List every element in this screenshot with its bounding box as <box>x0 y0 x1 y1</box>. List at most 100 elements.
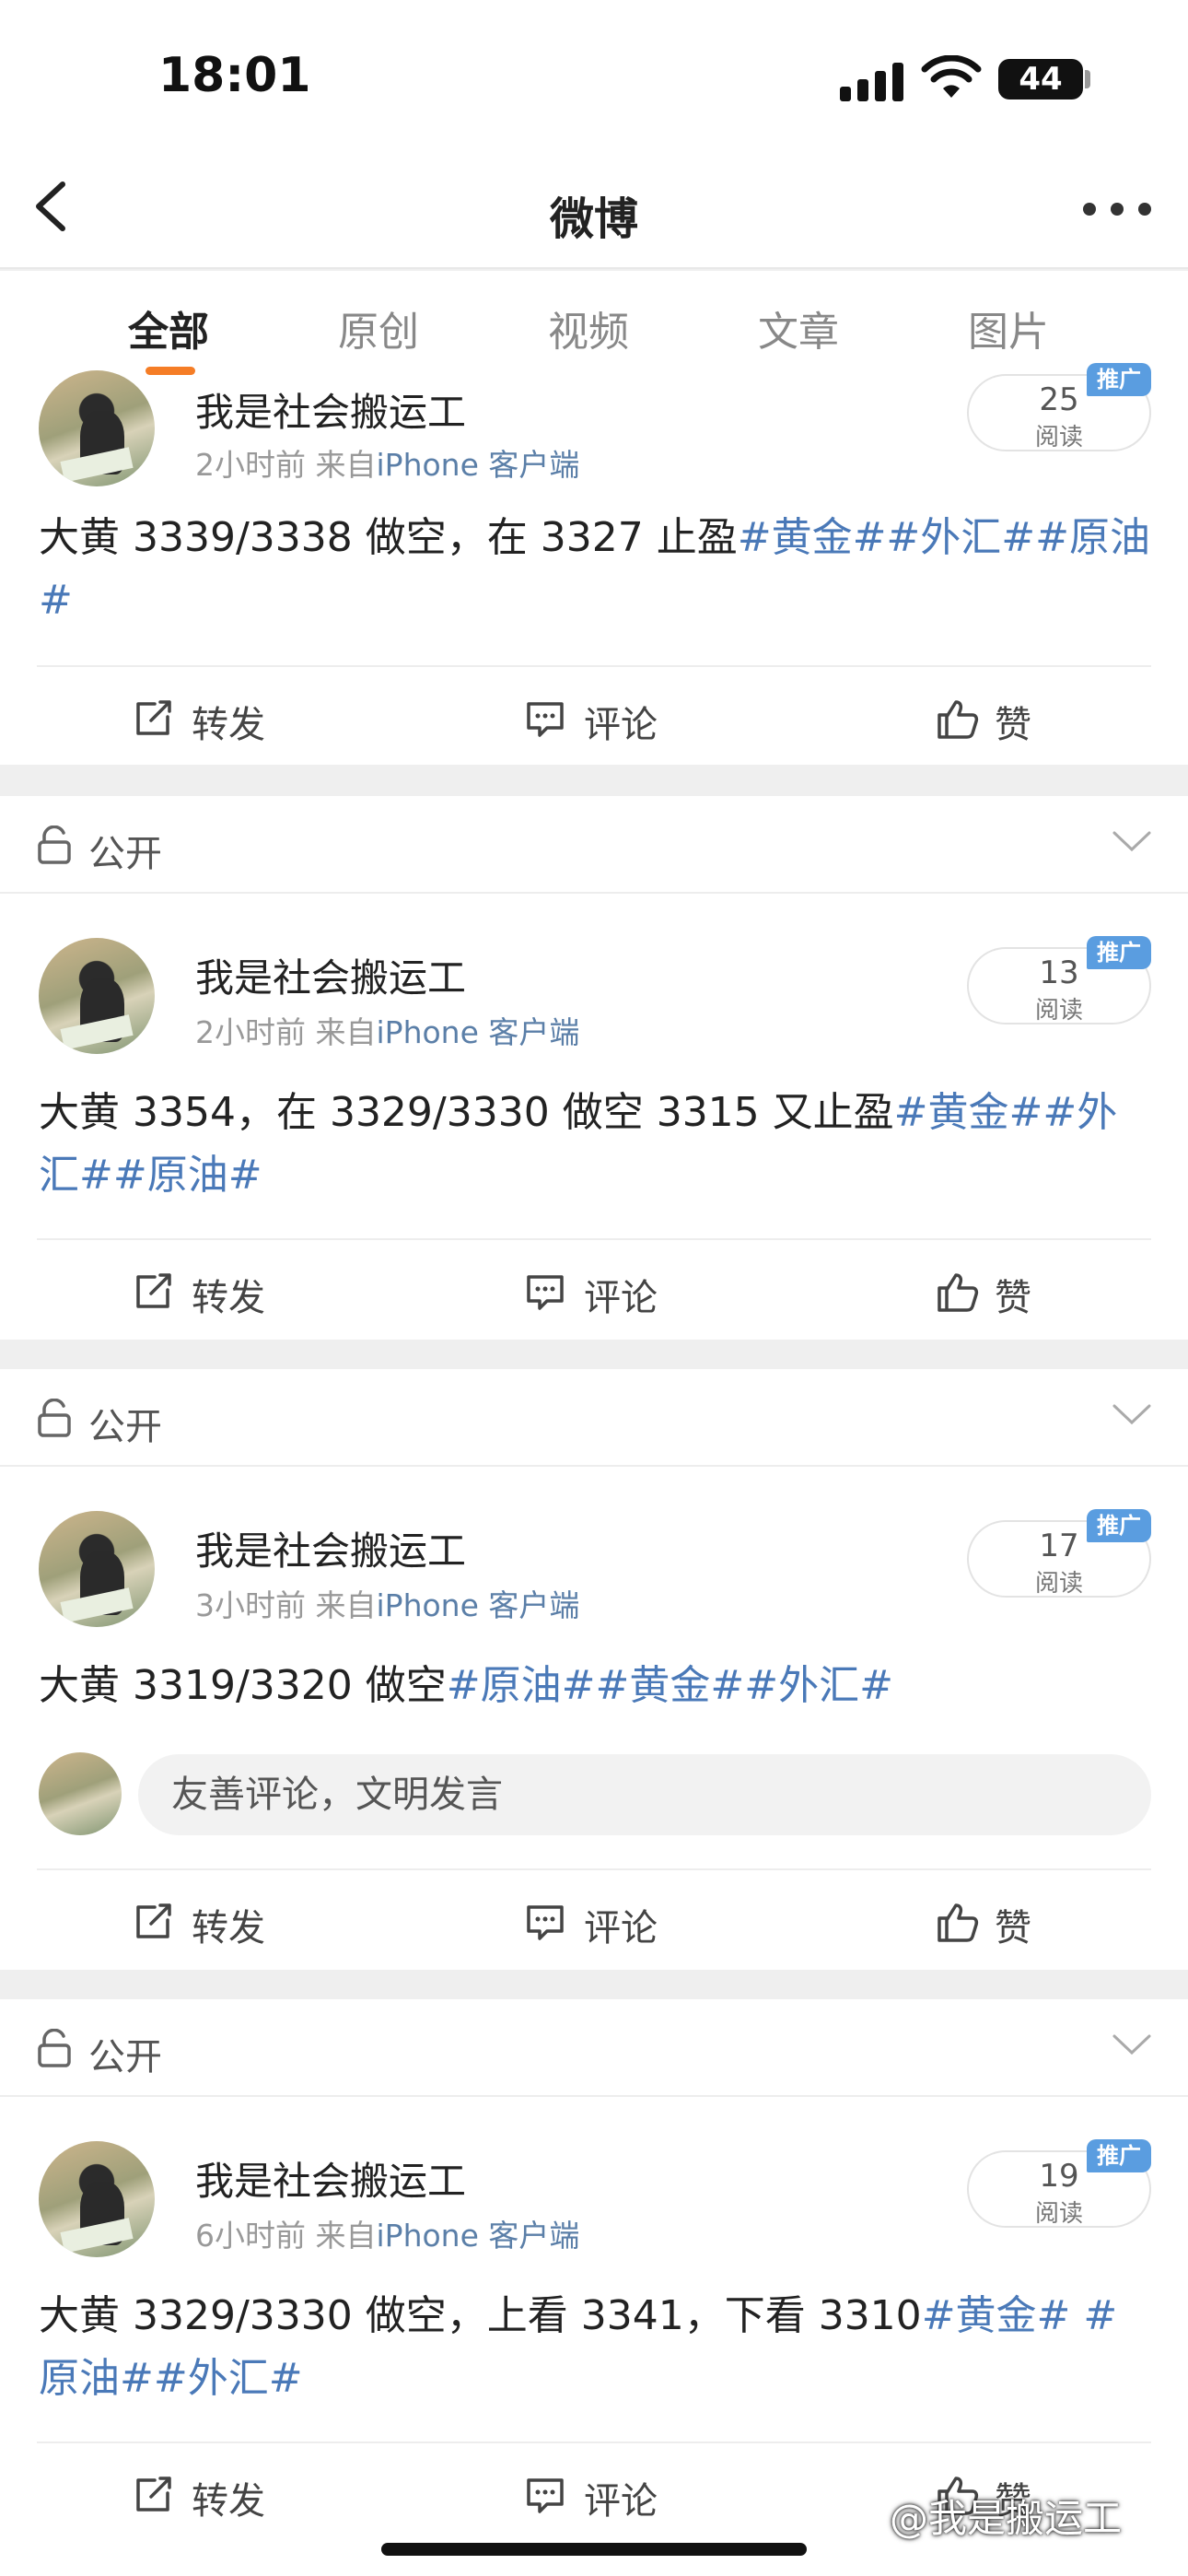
visibility-label[interactable]: 公开 <box>88 1397 162 1450</box>
read-count-badge: 13 阅读 推广 <box>967 936 1151 1025</box>
page-title: 微博 <box>549 193 638 245</box>
repost-icon <box>136 1903 171 1938</box>
home-indicator[interactable] <box>381 2543 807 2556</box>
repost-label: 转发 <box>192 1277 265 1319</box>
tab-original[interactable]: 原创 <box>314 299 443 357</box>
post-text: 大黄 3339/3338 做空，在 3327 止盈#黄金##外汇##原油# <box>39 507 1153 632</box>
comment-input[interactable]: 友善评论，文明发言 <box>138 1754 1151 1835</box>
thumbs-up-icon <box>938 1903 979 1942</box>
visibility-header: 公开 <box>0 1369 1188 1467</box>
battery-indicator: 44 <box>998 59 1083 100</box>
tab-article[interactable]: 文章 <box>734 299 863 357</box>
read-label: 阅读 <box>1034 2200 1083 2228</box>
promote-badge[interactable]: 推广 <box>1087 363 1151 396</box>
post-card: 公开 我是社会搬运工 2小时前 来自iPhone 客户端 13 阅读 推广 大黄… <box>0 796 1188 1340</box>
unlock-icon <box>38 2029 71 2067</box>
tab-bar: 全部 原创 视频 文章 图片 <box>0 271 1188 378</box>
read-count-badge: 19 阅读 推广 <box>967 2139 1151 2228</box>
unlock-icon <box>38 825 71 864</box>
post-meta: 2小时前 来自iPhone 客户端 <box>195 1008 579 1052</box>
avatar[interactable] <box>39 1511 155 1627</box>
battery-nub <box>1085 70 1090 88</box>
post-time: 6小时前 <box>195 2218 306 2254</box>
chevron-down-icon[interactable] <box>1111 2031 1153 2058</box>
avatar[interactable] <box>39 370 155 486</box>
post-time: 2小时前 <box>195 447 306 483</box>
cellular-signal-icon <box>840 61 904 101</box>
post-meta: 2小时前 来自iPhone 客户端 <box>195 440 579 485</box>
tab-image[interactable]: 图片 <box>944 299 1073 357</box>
post-meta: 6小时前 来自iPhone 客户端 <box>195 2211 579 2255</box>
status-time: 18:01 <box>158 48 311 103</box>
post-time: 2小时前 <box>195 1014 306 1050</box>
chevron-down-icon[interactable] <box>1111 1400 1153 1428</box>
tab-video[interactable]: 视频 <box>524 299 653 357</box>
post-actions: 转发 评论 赞 <box>37 665 1151 767</box>
avatar[interactable] <box>39 938 155 1054</box>
avatar[interactable] <box>39 2141 155 2257</box>
post-username[interactable]: 我是社会搬运工 <box>195 381 466 438</box>
active-tab-indicator <box>146 367 195 375</box>
post-text: 大黄 3329/3330 做空，上看 3341，下看 3310#黄金# #原油#… <box>39 2285 1153 2410</box>
repost-icon <box>136 2476 171 2512</box>
post-body: 大黄 3339/3338 做空，在 3327 止盈 <box>39 514 738 561</box>
comment-icon <box>527 1905 564 1940</box>
comment-icon <box>527 702 564 737</box>
quick-comment-row: 友善评论，文明发言 <box>0 1752 1188 1844</box>
post-username[interactable]: 我是社会搬运工 <box>195 1520 466 1576</box>
post-source[interactable]: iPhone 客户端 <box>377 2218 580 2254</box>
like-label: 赞 <box>995 1277 1031 1319</box>
comment-label: 评论 <box>584 1277 658 1319</box>
post-source[interactable]: iPhone 客户端 <box>377 1014 580 1050</box>
repost-label: 转发 <box>192 1907 265 1950</box>
thumbs-up-icon <box>938 1273 979 1312</box>
post-body: 大黄 3329/3330 做空，上看 3341，下看 3310 <box>39 2292 922 2339</box>
post-card: 我是社会搬运工 2小时前 来自iPhone 客户端 25 阅读 推广 大黄 33… <box>0 363 1188 767</box>
post-body: 大黄 3354，在 3329/3330 做空 3315 又止盈 <box>39 1089 894 1136</box>
visibility-label[interactable]: 公开 <box>88 2027 162 2080</box>
comment-label: 评论 <box>584 704 658 746</box>
post-text: 大黄 3354，在 3329/3330 做空 3315 又止盈#黄金##外汇##… <box>39 1082 1153 1207</box>
read-count-badge: 17 阅读 推广 <box>967 1509 1151 1598</box>
nav-bar: 微博 <box>0 147 1188 269</box>
post-username[interactable]: 我是社会搬运工 <box>195 947 466 1003</box>
repost-label: 转发 <box>192 2480 265 2523</box>
unlock-icon <box>38 1399 71 1437</box>
post-from: 来自 <box>315 447 377 483</box>
read-label: 阅读 <box>1034 424 1083 451</box>
promote-badge[interactable]: 推广 <box>1087 2139 1151 2172</box>
post-time: 3小时前 <box>195 1587 306 1623</box>
post-meta: 3小时前 来自iPhone 客户端 <box>195 1581 579 1625</box>
promote-badge[interactable]: 推广 <box>1087 1509 1151 1542</box>
post-source[interactable]: iPhone 客户端 <box>377 447 580 483</box>
post-source[interactable]: iPhone 客户端 <box>377 1587 580 1623</box>
repost-icon <box>136 700 171 735</box>
repost-label: 转发 <box>192 704 265 746</box>
visibility-label[interactable]: 公开 <box>88 824 162 877</box>
post-text: 大黄 3319/3320 做空#原油##黄金##外汇# <box>39 1655 1153 1717</box>
post-hashtags[interactable]: #原油##黄金##外汇# <box>447 1662 893 1709</box>
visibility-header: 公开 <box>0 1999 1188 2097</box>
chevron-down-icon[interactable] <box>1111 827 1153 855</box>
read-label: 阅读 <box>1034 1570 1083 1598</box>
post-from: 来自 <box>315 1587 377 1623</box>
post-actions: 转发 评论 赞 <box>37 1868 1151 1970</box>
comment-label: 评论 <box>584 1907 658 1950</box>
watermark: @我是搬运工 <box>890 2496 1123 2541</box>
thumbs-up-icon <box>938 700 979 739</box>
tab-all[interactable]: 全部 <box>104 299 233 357</box>
my-avatar <box>39 1752 122 1835</box>
repost-icon <box>136 1273 171 1308</box>
like-label: 赞 <box>995 704 1031 746</box>
post-from: 来自 <box>315 1014 377 1050</box>
comment-icon <box>527 2478 564 2513</box>
promote-badge[interactable]: 推广 <box>1087 936 1151 969</box>
post-card: 公开 我是社会搬运工 3小时前 来自iPhone 客户端 17 阅读 推广 大黄… <box>0 1369 1188 1970</box>
post-actions: 转发 评论 赞 <box>37 1238 1151 1340</box>
visibility-header: 公开 <box>0 796 1188 894</box>
more-options-icon[interactable] <box>1083 193 1157 221</box>
read-count-badge: 25 阅读 推广 <box>967 363 1151 451</box>
post-username[interactable]: 我是社会搬运工 <box>195 2150 466 2207</box>
comment-label: 评论 <box>584 2480 658 2523</box>
post-body: 大黄 3319/3320 做空 <box>39 1662 447 1709</box>
